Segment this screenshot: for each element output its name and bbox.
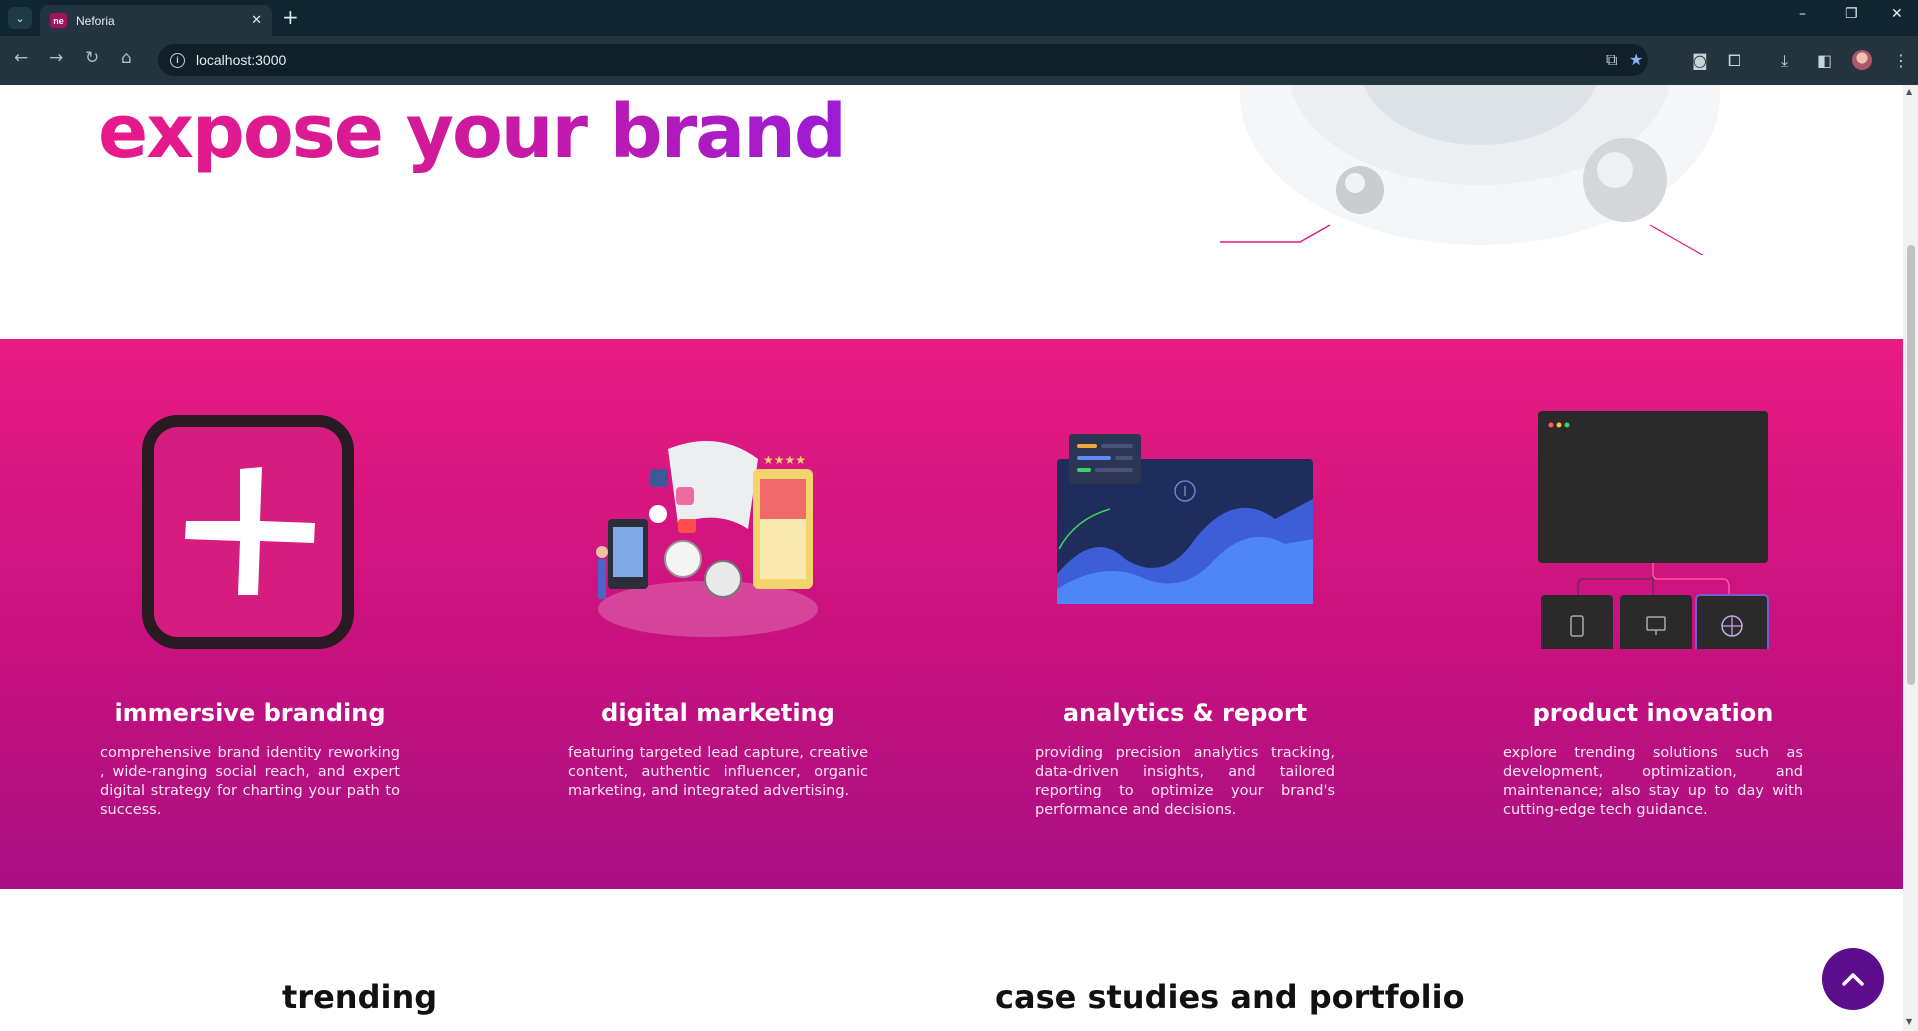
side-panel-icon[interactable]: ◧ — [1817, 51, 1832, 70]
chevron-down-icon[interactable]: ⌄ — [8, 7, 32, 29]
close-icon[interactable]: ✕ — [251, 13, 262, 28]
page-scrollbar[interactable]: ▲ ▼ — [1903, 85, 1918, 1031]
svg-text:★★★★: ★★★★ — [763, 453, 806, 467]
hero-illustration — [1220, 85, 1720, 255]
case-studies-heading: case studies and portfolio — [995, 978, 1465, 1016]
branding-plus-illustration — [142, 415, 354, 649]
restore-button[interactable]: ❐ — [1845, 6, 1858, 22]
puzzle-icon[interactable]: ⧠ — [1728, 51, 1741, 71]
arrow-left-icon[interactable]: ← — [14, 48, 28, 68]
plus-icon[interactable]: + — [282, 5, 299, 29]
browser-tab[interactable]: ne Neforia ✕ — [40, 5, 272, 36]
avatar[interactable] — [1852, 50, 1872, 70]
trending-heading: trending — [282, 978, 438, 1016]
scroll-thumb[interactable] — [1907, 245, 1915, 685]
scroll-down-arrow[interactable]: ▼ — [1906, 1017, 1912, 1026]
star-icon[interactable]: ★ — [1629, 50, 1643, 69]
info-icon[interactable]: i — [170, 52, 185, 68]
page-viewport: expose your brand immersive branding com… — [0, 85, 1903, 1031]
analytics-chart-illustration — [1057, 434, 1313, 604]
home-icon[interactable]: ⌂ — [121, 48, 132, 68]
service-description: providing precision analytics tracking, … — [1035, 745, 1335, 818]
service-description: comprehensive brand identity reworking ,… — [100, 745, 400, 818]
tab-title: Neforia — [76, 13, 115, 28]
service-title: immersive branding — [114, 699, 386, 727]
install-app-icon[interactable]: ⧉ — [1606, 50, 1617, 70]
reload-icon[interactable]: ↻ — [85, 48, 99, 68]
hero-heading: expose your brand — [98, 89, 847, 175]
camera-icon[interactable]: ◙ — [1692, 51, 1708, 70]
close-window-button[interactable]: ✕ — [1891, 6, 1903, 22]
minimize-button[interactable]: – — [1799, 6, 1806, 22]
service-title: product inovation — [1532, 699, 1774, 727]
browser-toolbar: ← → ↻ ⌂ i localhost:3000 ⧉ ★ ◙ ⧠ ⤓ ◧ ⋮ — [0, 36, 1918, 85]
services-section: immersive branding comprehensive brand i… — [0, 339, 1903, 889]
kebab-menu-icon[interactable]: ⋮ — [1893, 51, 1909, 70]
chevron-up-icon — [1842, 973, 1864, 986]
service-title: digital marketing — [601, 699, 835, 727]
scroll-up-arrow[interactable]: ▲ — [1906, 87, 1912, 96]
arrow-right-icon[interactable]: → — [49, 48, 63, 68]
service-description: explore trending solutions such as devel… — [1503, 745, 1803, 818]
service-description: featuring targeted lead capture, creativ… — [568, 745, 868, 799]
download-icon[interactable]: ⤓ — [1781, 51, 1788, 71]
address-bar[interactable]: i localhost:3000 ⧉ ★ — [158, 44, 1648, 76]
scroll-to-top-button[interactable] — [1822, 948, 1884, 1010]
url-text: localhost:3000 — [196, 52, 287, 68]
browser-titlebar: ⌄ ne Neforia ✕ + – ❐ ✕ — [0, 0, 1918, 36]
marketing-isometric-illustration: ★★★★ — [596, 441, 818, 637]
devices-illustration — [1538, 411, 1769, 649]
favicon: ne — [50, 13, 67, 28]
service-title: analytics & report — [1062, 699, 1308, 727]
